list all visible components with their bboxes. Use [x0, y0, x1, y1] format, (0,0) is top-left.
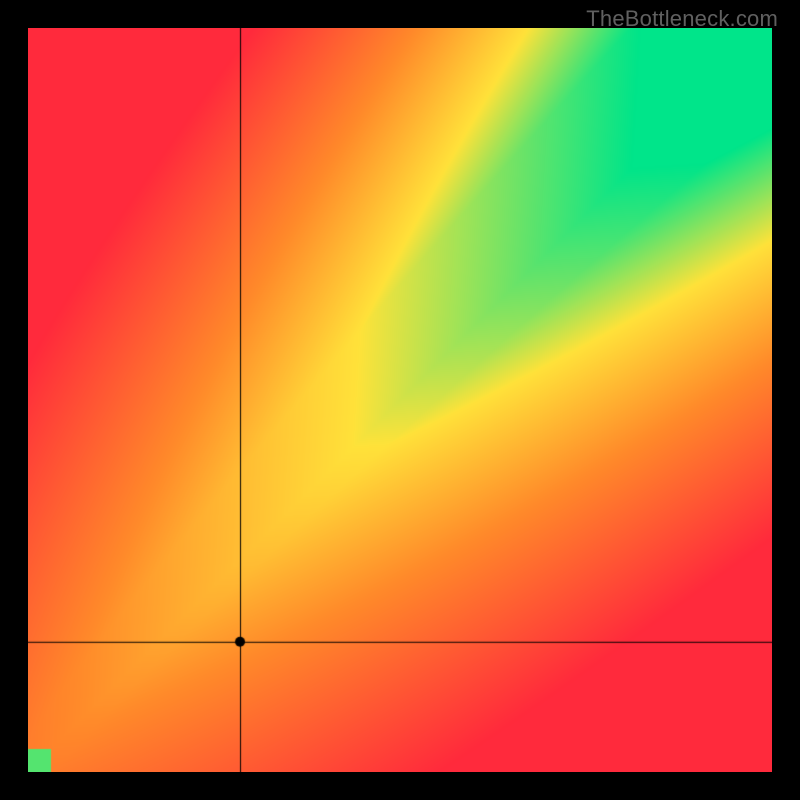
- watermark-label: TheBottleneck.com: [586, 6, 778, 32]
- chart-container: TheBottleneck.com: [0, 0, 800, 800]
- plot-area: [28, 28, 772, 772]
- heatmap-canvas: [28, 28, 772, 772]
